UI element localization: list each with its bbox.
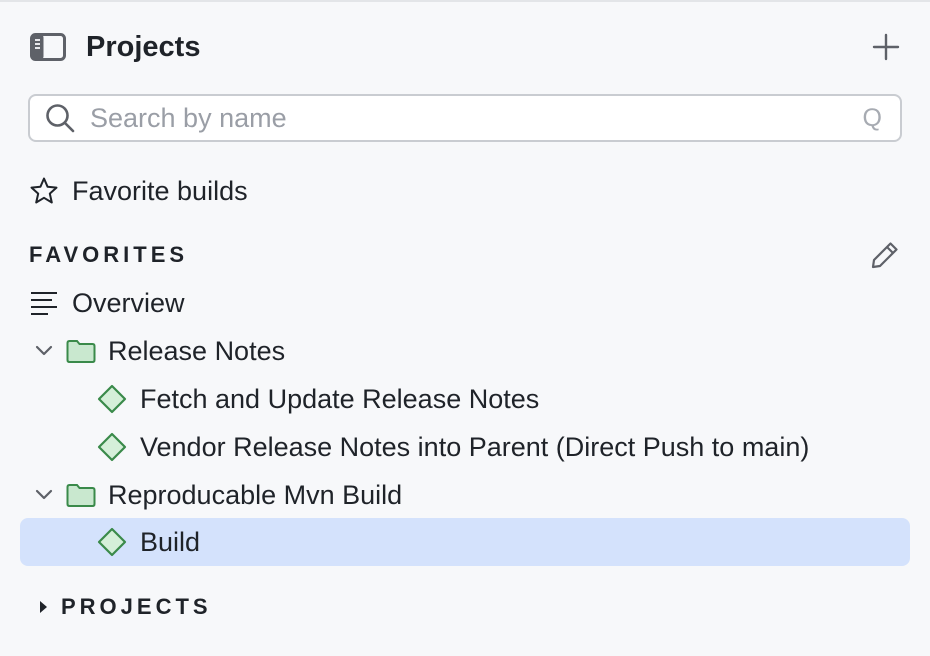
add-project-button[interactable] xyxy=(870,31,902,63)
favorite-builds-item[interactable]: Favorite builds xyxy=(28,167,248,215)
tree-group-release-notes[interactable]: Release Notes xyxy=(32,327,285,375)
build-config-diamond-icon xyxy=(96,526,128,558)
build-item-label: Vendor Release Notes into Parent (Direct… xyxy=(140,431,810,462)
search-hotkey-hint: Q xyxy=(862,103,882,132)
chevron-down-icon[interactable] xyxy=(32,344,56,358)
favorites-section-header: FAVORITES xyxy=(29,231,901,279)
folder-icon xyxy=(66,339,96,363)
build-item-label: Fetch and Update Release Notes xyxy=(140,383,540,414)
overview-item[interactable]: Overview xyxy=(30,279,185,327)
tree-group-label: Release Notes xyxy=(108,335,286,366)
tree-group-reproducable-mvn-build[interactable]: Reproducable Mvn Build xyxy=(32,471,402,519)
build-config-diamond-icon xyxy=(96,431,128,463)
tree-group-label: Reproducable Mvn Build xyxy=(108,479,403,510)
caret-right-icon[interactable] xyxy=(36,599,50,615)
folder-icon xyxy=(66,483,96,507)
overview-label: Overview xyxy=(72,287,185,318)
build-item[interactable]: Fetch and Update Release Notes xyxy=(96,375,539,423)
star-icon xyxy=(28,176,60,206)
chevron-down-icon[interactable] xyxy=(32,488,56,502)
search-input[interactable] xyxy=(88,97,863,139)
build-item-label: Build xyxy=(140,526,201,557)
favorite-builds-label: Favorite builds xyxy=(72,175,248,206)
plus-icon xyxy=(872,33,900,61)
favorites-section-title: FAVORITES xyxy=(29,242,189,267)
page-title: Projects xyxy=(86,30,201,63)
projects-section-header[interactable]: PROJECTS xyxy=(36,583,212,631)
panel-header: Projects xyxy=(30,28,902,66)
top-border xyxy=(0,0,930,2)
sidebar-panel-icon[interactable] xyxy=(30,32,66,62)
build-config-diamond-icon xyxy=(96,383,128,415)
list-lines-icon xyxy=(30,291,60,315)
search-box: Q xyxy=(28,94,902,142)
build-item[interactable]: Vendor Release Notes into Parent (Direct… xyxy=(96,423,809,471)
build-item-selected[interactable]: Build xyxy=(96,518,200,566)
search-icon xyxy=(44,102,76,134)
pencil-icon[interactable] xyxy=(869,239,901,271)
projects-section-title: PROJECTS xyxy=(61,594,212,619)
